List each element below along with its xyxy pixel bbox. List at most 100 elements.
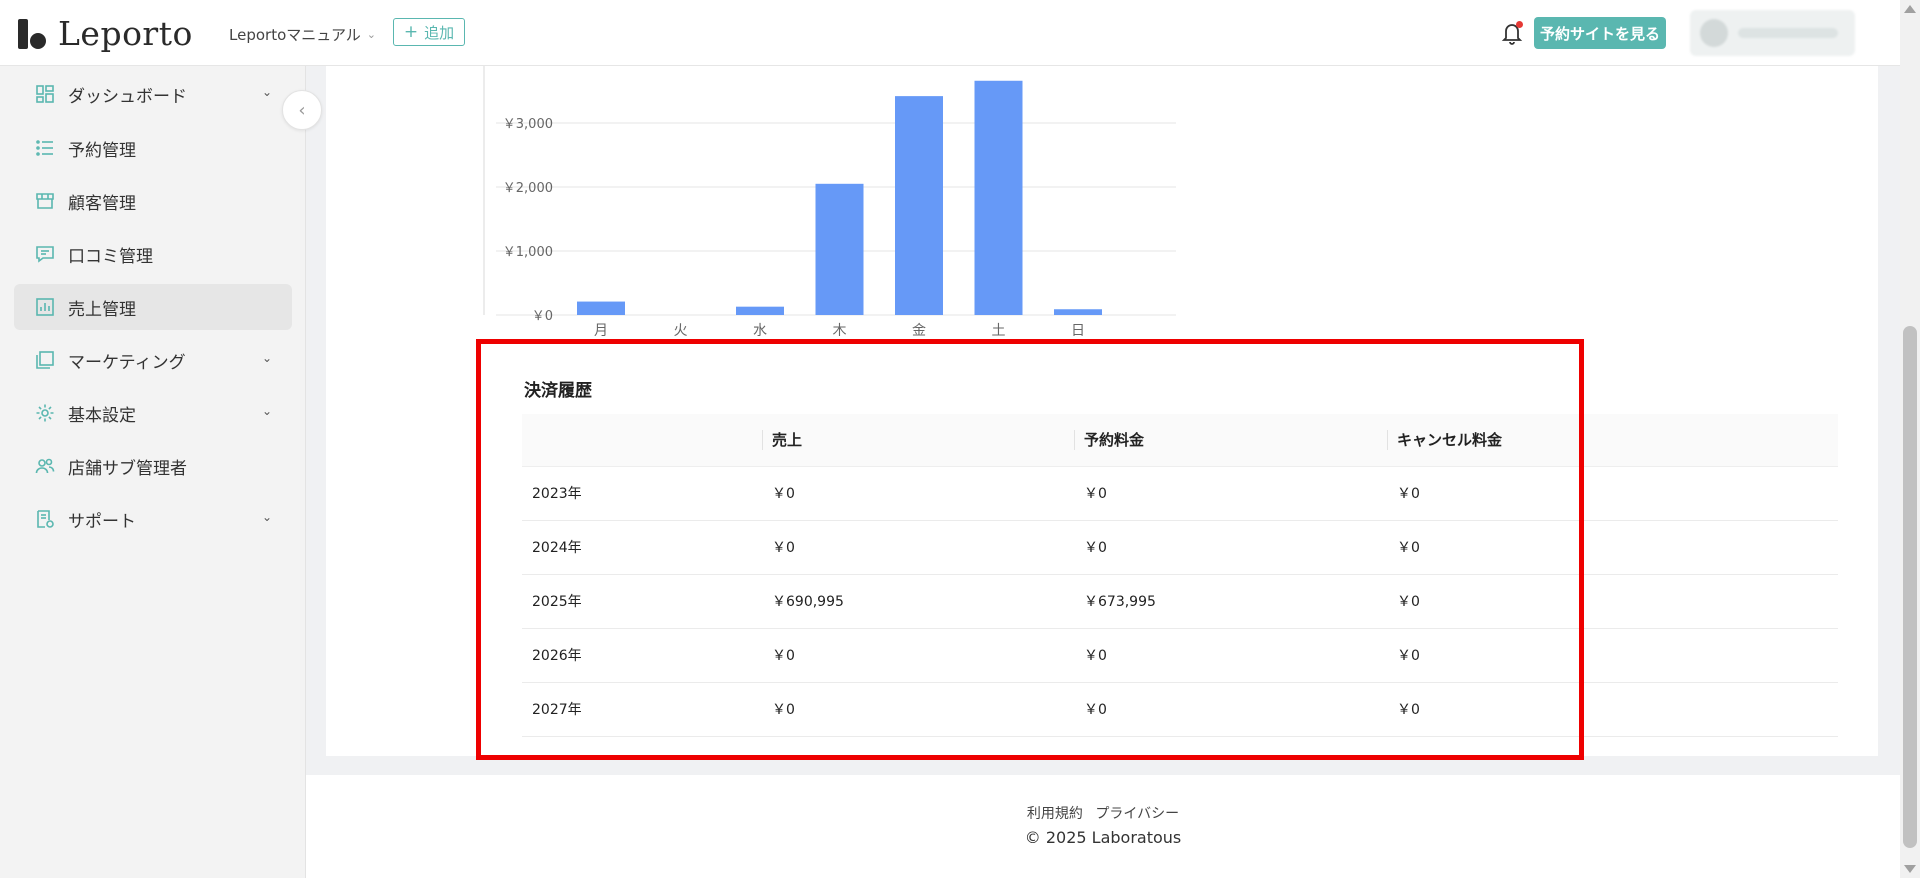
logo-text: Leporto [58,14,193,53]
store-icon [34,190,56,212]
sidebar-item-label: マーケティング [68,352,186,373]
year-cell: 2024年 [522,520,762,575]
sidebar: ダッシュボード ⌄ 予約管理 顧客管理 口コミ管理 売上管理 マーケティング ⌄ [0,66,306,878]
copyright: © 2025 Laboratous [306,828,1900,847]
x-tick-label: 日 [1071,323,1085,336]
scroll-down-arrow-icon[interactable] [1904,865,1916,873]
chevron-down-icon: ⌄ [261,351,272,365]
sidebar-item-label: サポート [68,511,136,532]
copyright-icon: © [1024,828,1041,847]
sidebar-item-customers[interactable]: 顧客管理 [14,178,292,224]
chart-bar [895,96,943,316]
sales-cell: ￥0 [762,520,1074,575]
list-icon [34,137,56,159]
chevron-down-icon: ⌄ [261,404,272,418]
chart-bar [1054,309,1102,315]
sidebar-item-support[interactable]: サポート ⌄ [14,496,292,542]
chart-bar [736,306,784,315]
sidebar-item-reviews[interactable]: 口コミ管理 [14,231,292,277]
sales-cell: ￥0 [762,628,1074,683]
scroll-up-arrow-icon[interactable] [1904,5,1916,13]
booking-fee-cell: ￥0 [1074,520,1387,575]
logo-mark-icon [18,18,48,49]
chevron-down-icon: ⌄ [261,510,272,524]
sidebar-item-settings[interactable]: 基本設定 ⌄ [14,390,292,436]
sidebar-item-reservations[interactable]: 予約管理 [14,125,292,171]
table-header-row: 売上 予約料金 キャンセル料金 [522,414,1838,467]
notification-dot [1516,21,1523,28]
chart-bar [974,80,1023,315]
x-tick-label: 木 [833,323,847,336]
payment-history-title: 決済履歴 [524,381,592,401]
gear-icon [34,402,56,424]
year-cell: 2023年 [522,466,762,521]
terms-link[interactable]: 利用規約 [1027,806,1083,822]
table-row: 2025年 ￥690,995 ￥673,995 ￥0 [522,574,1838,629]
chart-bar [577,301,625,315]
add-button[interactable]: + 追加 [393,18,465,46]
users-icon [34,455,56,477]
table-row: 2026年 ￥0 ￥0 ￥0 [522,628,1838,683]
privacy-link[interactable]: プライバシー [1095,806,1179,822]
y-tick-label: ￥3,000 [503,117,553,132]
year-cell: 2025年 [522,574,762,629]
column-header-booking-fee: 予約料金 [1074,414,1387,467]
booking-fee-cell: ￥0 [1074,628,1387,683]
copyright-text: 2025 Laboratous [1045,828,1182,847]
cancel-fee-cell: ￥0 [1387,628,1838,683]
add-button-label: 追加 [424,23,455,42]
user-name-blurred [1738,28,1838,38]
payment-history-table: 売上 予約料金 キャンセル料金 2023年 ￥0 ￥0 ￥0 2024年 ￥0 … [522,414,1838,737]
user-account-menu[interactable] [1690,10,1855,56]
year-cell: 2026年 [522,628,762,683]
sidebar-item-label: ダッシュボード [68,86,187,107]
x-tick-label: 月 [594,323,608,336]
sales-cell: ￥0 [762,682,1074,737]
sidebar-item-label: 基本設定 [68,405,136,426]
cancel-fee-cell: ￥0 [1387,520,1838,575]
sidebar-item-marketing[interactable]: マーケティング ⌄ [14,337,292,383]
y-tick-label: ￥0 [532,309,553,324]
store-name: Leportoマニュアル [229,26,361,44]
sidebar-item-label: 売上管理 [68,299,136,320]
avatar [1700,19,1728,47]
bar-chart-icon [34,296,56,318]
table-row: 2023年 ￥0 ￥0 ￥0 [522,466,1838,521]
x-tick-label: 金 [912,323,926,336]
booking-fee-cell: ￥0 [1074,682,1387,737]
vertical-scrollbar[interactable] [1900,0,1920,878]
sales-cell: ￥690,995 [762,574,1074,629]
dashboard-icon [34,83,56,105]
cancel-fee-cell: ￥0 [1387,574,1838,629]
chevron-left-icon: ‹ [298,99,306,121]
leporto-logo[interactable]: Leporto [18,14,193,53]
scrollbar-thumb[interactable] [1903,326,1917,848]
column-header-cancel-fee: キャンセル料金 [1387,414,1838,467]
column-header-sales: 売上 [762,414,1074,467]
sidebar-item-sales[interactable]: 売上管理 [14,284,292,330]
chevron-down-icon: ⌄ [366,28,377,41]
table-row: 2024年 ￥0 ￥0 ￥0 [522,520,1838,575]
y-tick-label: ￥2,000 [503,181,553,196]
top-header: Leporto Leportoマニュアル ⌄ + 追加 予約サイトを見る [0,0,1900,66]
table-row: 2027年 ￥0 ￥0 ￥0 [522,682,1838,737]
sidebar-item-label: 予約管理 [68,140,136,161]
cancel-fee-cell: ￥0 [1387,466,1838,521]
x-tick-label: 水 [753,323,767,336]
sidebar-item-dashboard[interactable]: ダッシュボード ⌄ [14,71,292,117]
sidebar-item-label: 店舗サブ管理者 [68,458,187,479]
sidebar-item-sub-admins[interactable]: 店舗サブ管理者 [14,443,292,489]
booking-fee-cell: ￥673,995 [1074,574,1387,629]
x-tick-label: 火 [674,323,688,336]
sales-content-card: ￥0 ￥1,000 ￥2,000 ￥3,000 月 火 水 木 金 土 日 決済履歴 売上 予約料金… [326,66,1878,756]
y-tick-label: ￥1,000 [503,245,553,260]
column-header [522,414,762,467]
support-doc-icon [34,508,56,530]
weekly-sales-bar-chart: ￥0 ￥1,000 ￥2,000 ￥3,000 月 火 水 木 金 土 日 [483,66,1176,336]
notification-bell-icon[interactable] [1500,20,1524,46]
store-selector[interactable]: Leportoマニュアル ⌄ [229,24,376,45]
x-tick-label: 土 [992,323,1006,336]
footer-links: 利用規約 プライバシー [306,803,1900,823]
sidebar-collapse-button[interactable]: ‹ [282,90,322,130]
view-reservation-site-button[interactable]: 予約サイトを見る [1534,17,1666,49]
